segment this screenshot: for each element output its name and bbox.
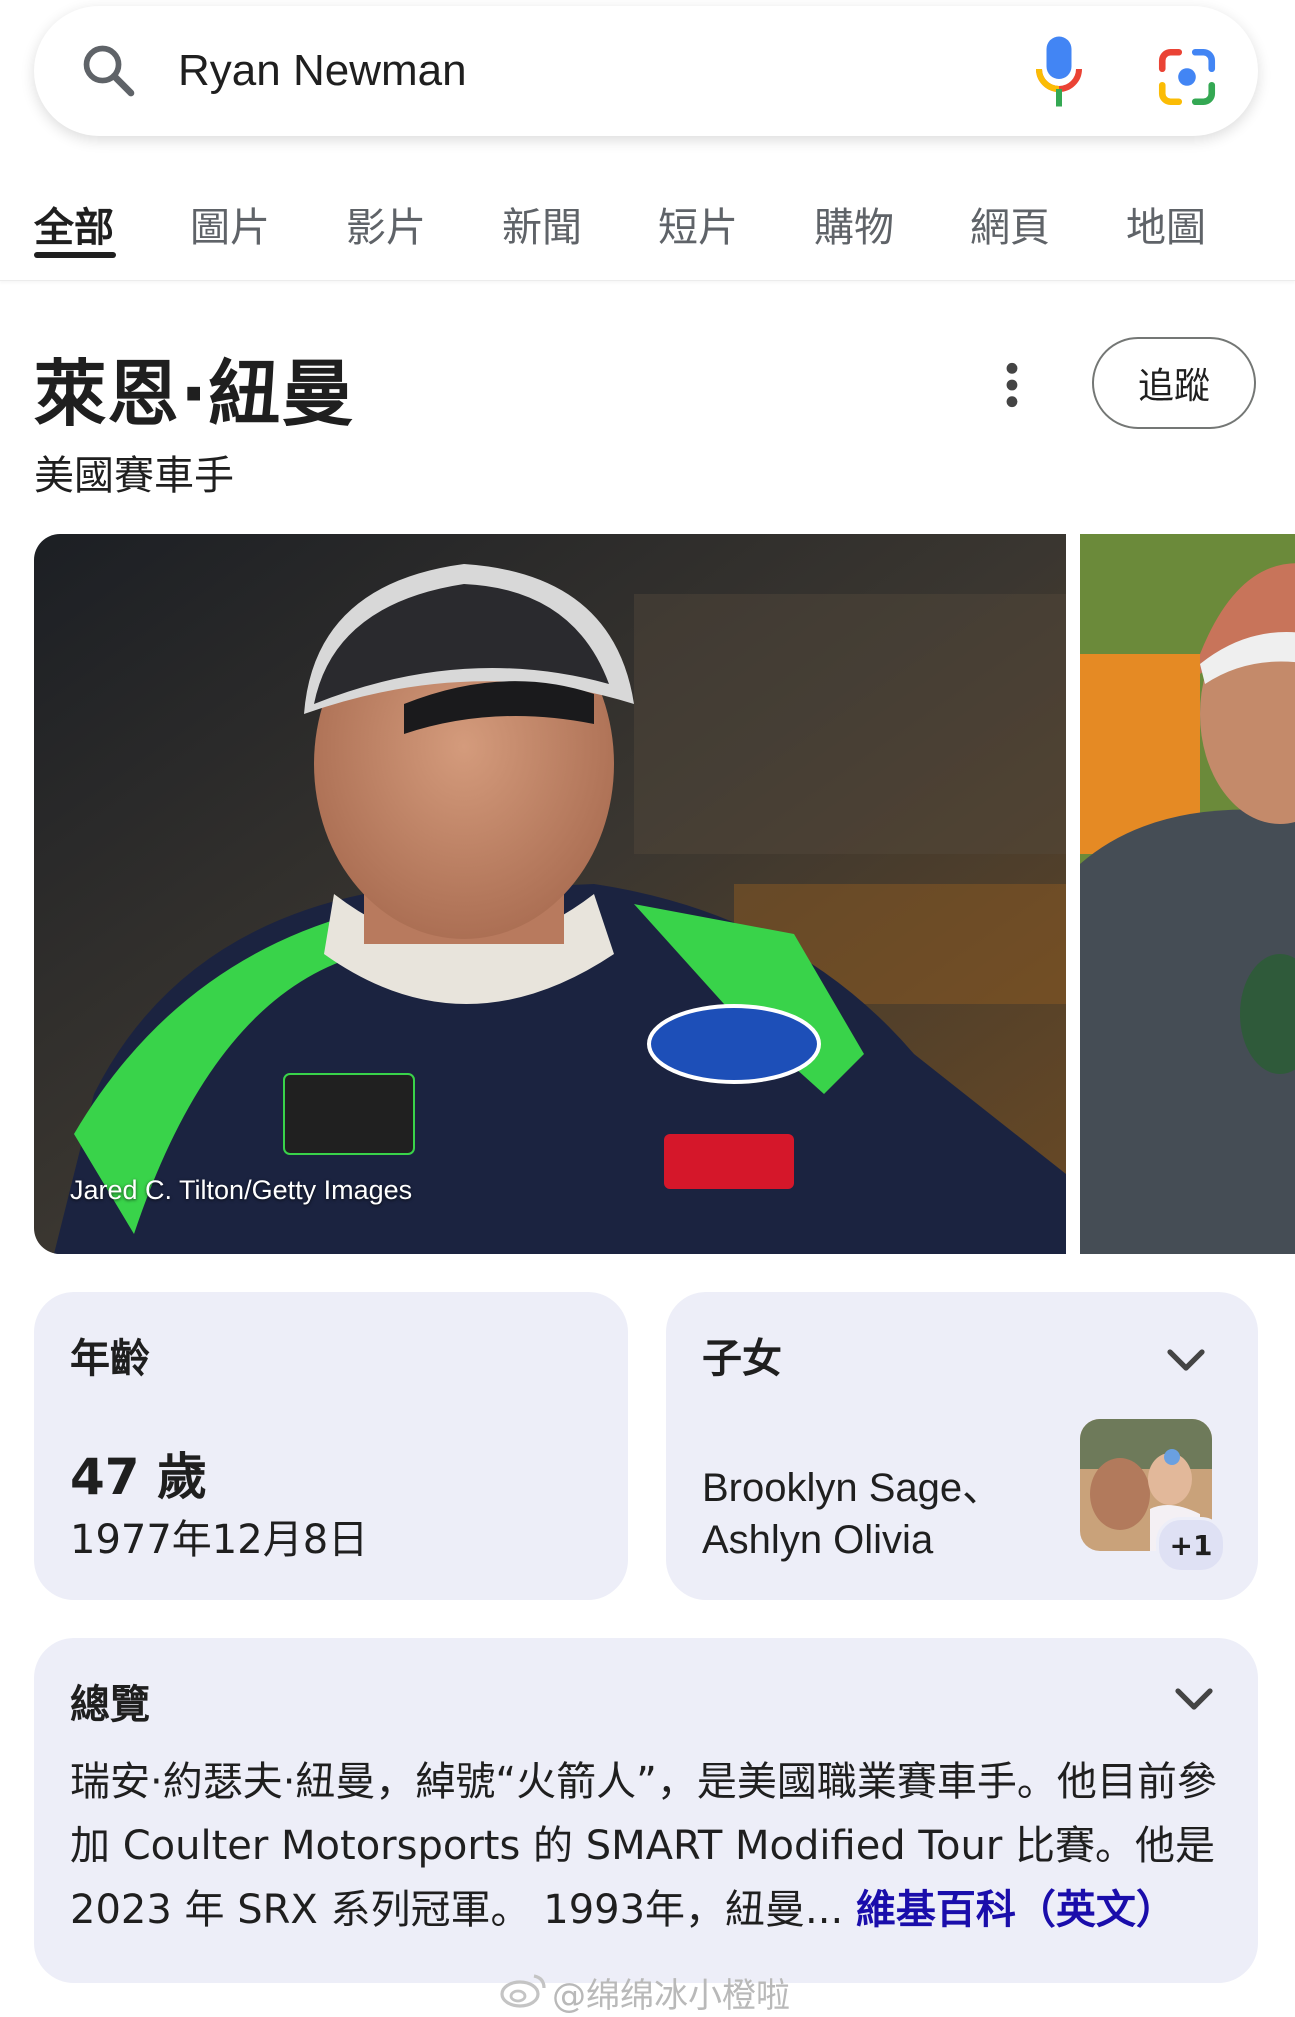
watermark-text: @绵绵冰小橙啦 [552, 1976, 790, 2016]
secondary-photo-illustration [1080, 534, 1295, 1254]
watermark: @绵绵冰小橙啦 [552, 1968, 790, 2017]
wikipedia-link[interactable]: 維基百科（英文） [856, 1887, 1176, 1933]
driver-photo-illustration [34, 534, 1066, 1254]
active-tab-indicator [34, 252, 116, 258]
search-icon[interactable] [78, 40, 140, 102]
age-card[interactable]: 年齡 47 歲 1977年12月8日 [34, 1292, 628, 1600]
secondary-photo[interactable] [1080, 534, 1295, 1254]
tab-all[interactable]: 全部 [34, 195, 114, 253]
tab-web[interactable]: 網頁 [970, 195, 1050, 253]
children-names: Brooklyn Sage、Ashlyn Olivia [702, 1466, 1003, 1562]
chevron-down-icon[interactable] [1174, 1686, 1214, 1712]
tab-news[interactable]: 新聞 [502, 195, 582, 253]
google-lens-icon[interactable] [1154, 44, 1220, 110]
age-label: 年齡 [70, 1336, 150, 1382]
overview-label: 總覽 [70, 1682, 150, 1728]
search-tabs: 全部 圖片 影片 新聞 短片 購物 網頁 地圖 [0, 175, 1295, 281]
search-bar[interactable]: Ryan Newman [34, 6, 1258, 136]
tab-images[interactable]: 圖片 [190, 195, 270, 253]
entity-title: 萊恩·紐曼 [34, 352, 355, 436]
children-label: 子女 [702, 1336, 782, 1382]
more-children-badge[interactable]: +1 [1156, 1517, 1226, 1573]
overview-card[interactable]: 總覽 瑞安·約瑟夫·紐曼，綽號“火箭人”，是美國職業賽車手。他目前參加 Coul… [34, 1638, 1258, 1983]
children-card[interactable]: 子女 Brooklyn Sage、Ashlyn Olivia +1 [666, 1292, 1258, 1600]
microphone-icon[interactable] [1034, 34, 1084, 114]
tab-videos[interactable]: 影片 [346, 195, 426, 253]
weibo-logo-icon [500, 1974, 546, 2008]
age-value: 47 歲 [70, 1448, 207, 1506]
tab-shopping[interactable]: 購物 [814, 195, 894, 253]
overview-description: 瑞安·約瑟夫·紐曼，綽號“火箭人”，是美國職業賽車手。他目前參加 Coulter… [70, 1750, 1230, 1942]
birth-date: 1977年12月8日 [70, 1517, 369, 1563]
entity-subtitle: 美國賽車手 [34, 453, 234, 499]
more-options-icon[interactable] [1000, 360, 1024, 410]
photo-credit: Jared C. Tilton/Getty Images [70, 1175, 413, 1205]
tab-short-videos[interactable]: 短片 [658, 195, 738, 253]
main-photo[interactable] [34, 534, 1066, 1254]
tab-maps[interactable]: 地圖 [1126, 195, 1206, 253]
search-input[interactable]: Ryan Newman [178, 46, 467, 96]
follow-button[interactable]: 追蹤 [1092, 337, 1256, 429]
chevron-down-icon[interactable] [1166, 1347, 1206, 1373]
